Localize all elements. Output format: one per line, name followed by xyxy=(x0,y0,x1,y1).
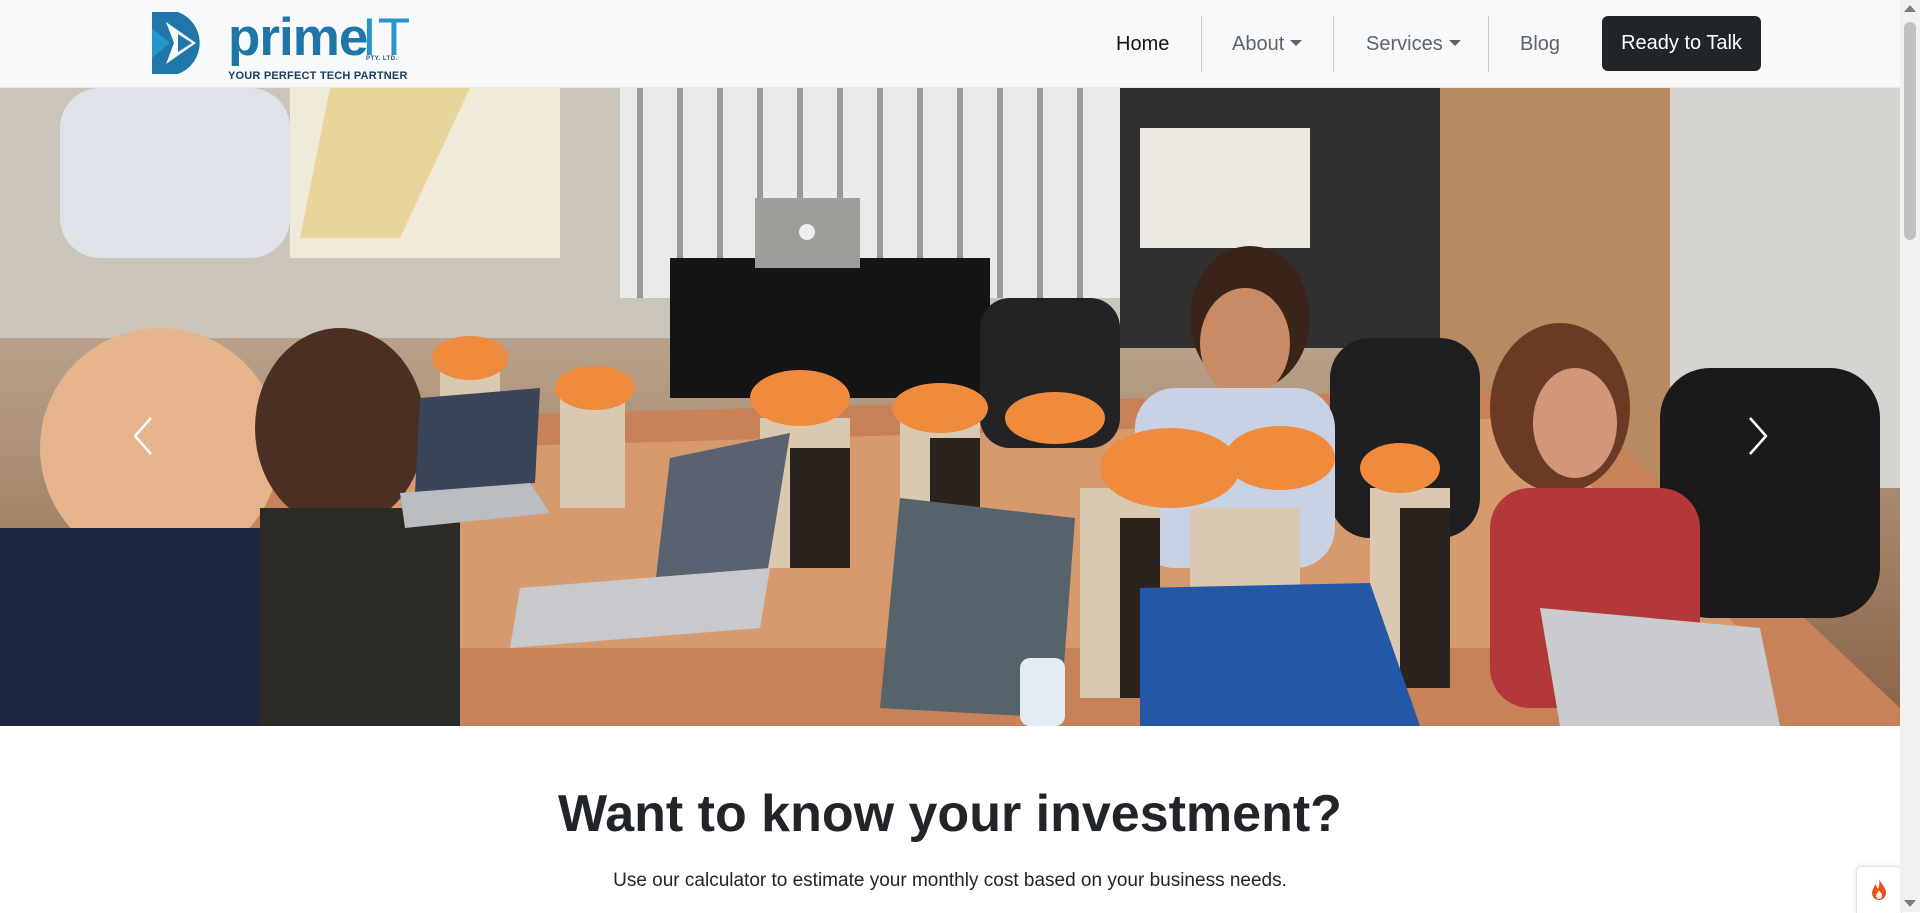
nav-item-blog[interactable]: Blog xyxy=(1520,16,1560,72)
caret-down-icon xyxy=(1290,40,1303,46)
chevron-left-icon xyxy=(133,417,152,455)
scrollbar-thumb[interactable] xyxy=(1904,22,1916,240)
nav-item-about-label: About xyxy=(1232,33,1285,55)
page-scrollbar[interactable] xyxy=(1900,0,1920,912)
flame-icon xyxy=(1872,879,1886,900)
nav-divider xyxy=(1201,16,1202,72)
brand-name-primary: prime xyxy=(228,8,368,67)
floating-widget-button[interactable] xyxy=(1856,866,1902,913)
nav-item-services[interactable]: Services xyxy=(1366,16,1461,72)
nav-divider xyxy=(1333,16,1334,72)
navbar: prime IT PTY. LTD. YOUR PERFECT TECH PAR… xyxy=(0,0,1900,88)
nav-item-services-label: Services xyxy=(1366,33,1443,55)
carousel-prev-button[interactable] xyxy=(113,406,173,466)
scroll-up-arrow-icon[interactable] xyxy=(1904,5,1916,12)
nav-item-home[interactable]: Home xyxy=(1116,16,1169,72)
arrow-d-logo-mark-icon xyxy=(152,12,200,74)
carousel-next-button[interactable] xyxy=(1728,406,1788,466)
scroll-down-arrow-icon[interactable] xyxy=(1904,900,1916,907)
chevron-right-icon xyxy=(1749,417,1768,455)
investment-heading: Want to know your investment? xyxy=(558,785,1342,843)
caret-down-icon xyxy=(1448,40,1461,46)
brand-entity-suffix: PTY. LTD. xyxy=(366,56,398,62)
brand-tagline: YOUR PERFECT TECH PARTNER xyxy=(228,70,408,82)
investment-description: Use our calculator to estimate your mont… xyxy=(613,870,1287,891)
hero-meeting-image xyxy=(0,88,1900,726)
ready-to-talk-button[interactable]: Ready to Talk xyxy=(1602,16,1761,71)
nav-item-about[interactable]: About xyxy=(1232,16,1303,72)
nav-divider xyxy=(1488,16,1489,72)
brand-logo-link[interactable]: prime IT PTY. LTD. YOUR PERFECT TECH PAR… xyxy=(148,6,410,84)
hero-carousel xyxy=(0,88,1900,726)
